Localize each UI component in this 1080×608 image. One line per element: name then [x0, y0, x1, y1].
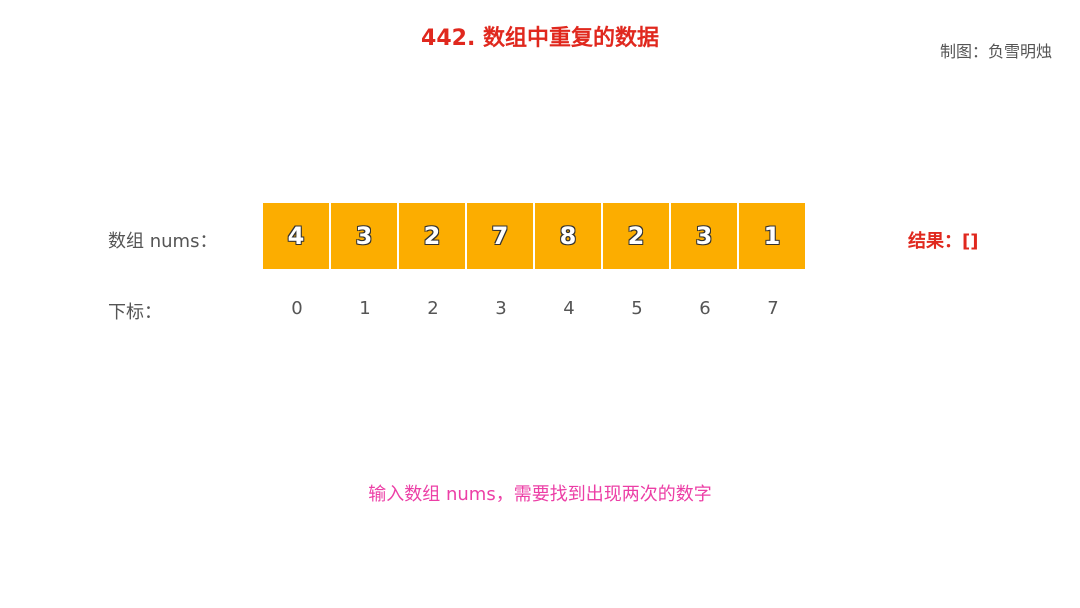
array-cell: 3 [331, 203, 397, 269]
array-label: 数组 nums： [108, 231, 218, 252]
diagram-title: 442. 数组中重复的数据 [421, 26, 659, 51]
index-cell: 3 [495, 298, 507, 319]
index-cell: 0 [291, 298, 303, 319]
index-cell: 2 [427, 298, 439, 319]
array-cell: 4 [263, 203, 329, 269]
index-row: 0 1 2 3 4 5 6 7 [263, 298, 807, 319]
index-cell: 5 [631, 298, 643, 319]
credit-text: 制图：负雪明烛 [939, 42, 1052, 61]
index-cell: 4 [563, 298, 575, 319]
result-text: 结果：[] [908, 231, 979, 252]
caption-text: 输入数组 nums，需要找到出现两次的数字 [368, 484, 712, 505]
array-cell: 1 [739, 203, 805, 269]
index-cell: 6 [699, 298, 711, 319]
array-cell: 2 [603, 203, 669, 269]
index-label: 下标： [108, 302, 162, 323]
array-cell: 2 [399, 203, 465, 269]
array-cell: 3 [671, 203, 737, 269]
index-cell: 7 [767, 298, 779, 319]
array-cell: 8 [535, 203, 601, 269]
array-cell: 7 [467, 203, 533, 269]
array-row: 4 3 2 7 8 2 3 1 [263, 203, 807, 269]
index-cell: 1 [359, 298, 371, 319]
